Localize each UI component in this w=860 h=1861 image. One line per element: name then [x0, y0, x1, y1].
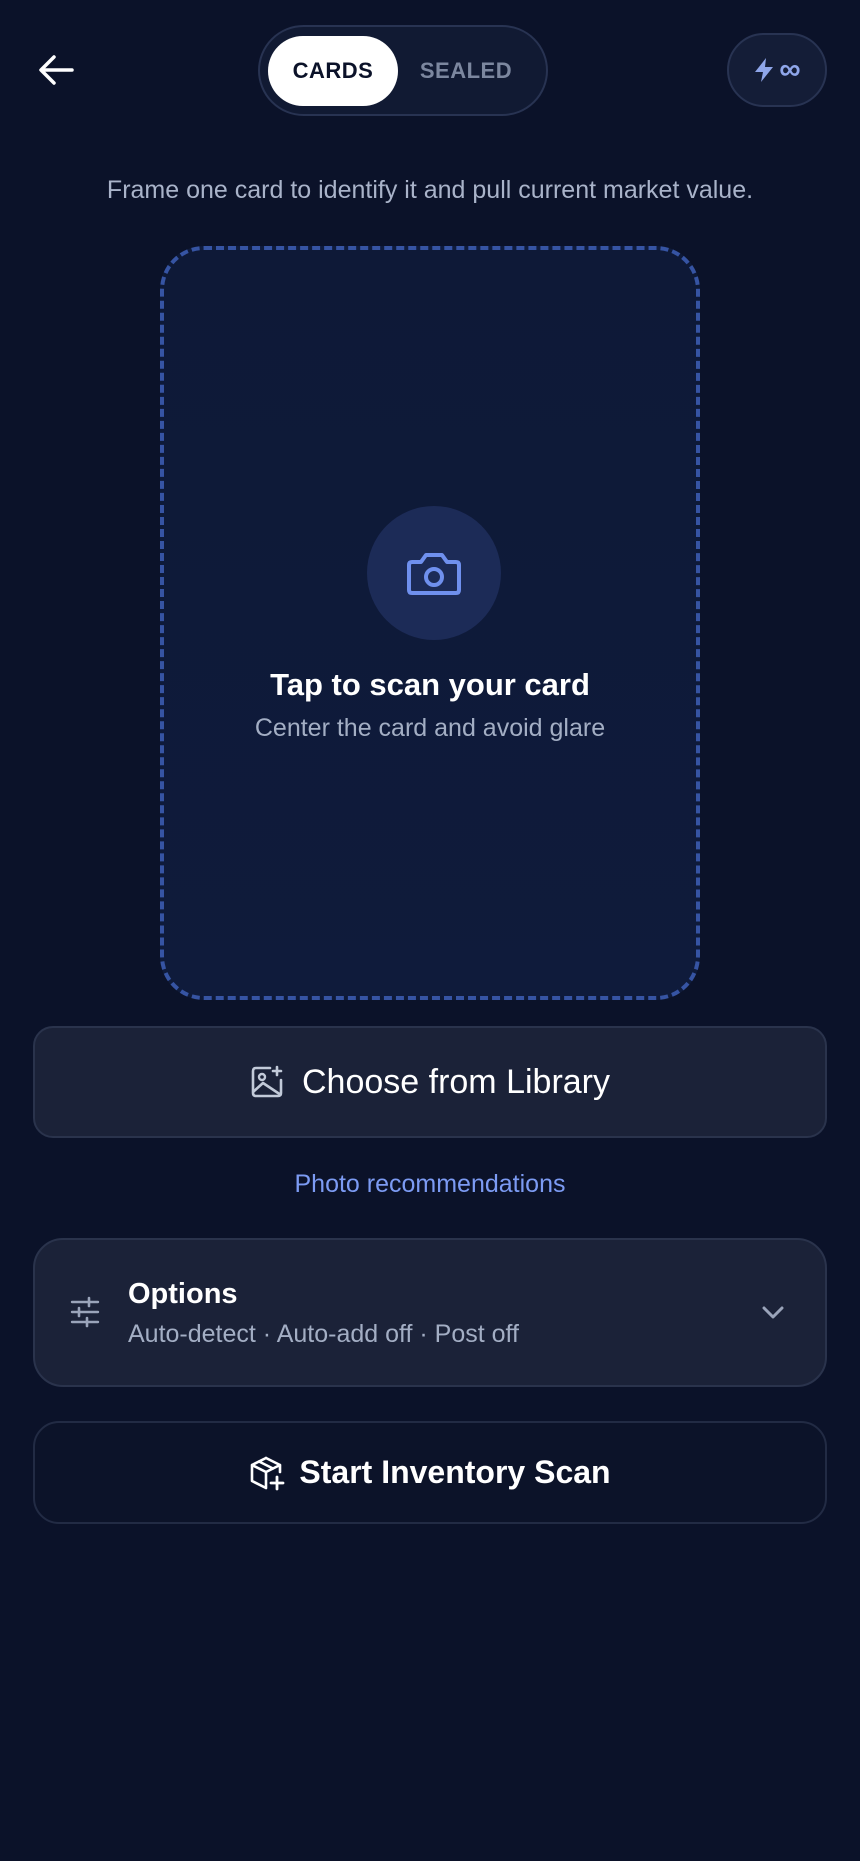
library-button-label: Choose from Library: [301, 1062, 610, 1101]
lightning-bolt-icon: [755, 58, 774, 82]
tab-sealed[interactable]: SEALED: [398, 36, 534, 106]
camera-icon: [407, 553, 461, 595]
sliders-icon: [70, 1296, 100, 1328]
arrow-left-icon: [39, 55, 74, 85]
scan-hint: Center the card and avoid glare: [254, 714, 606, 742]
image-add-icon: [251, 1065, 283, 1098]
options-panel[interactable]: Options Auto-detect · Auto-add off · Pos…: [33, 1238, 827, 1387]
tab-cards[interactable]: CARDS: [268, 35, 398, 106]
scan-title: Tap to scan your card: [270, 667, 590, 702]
photo-recommendations-link[interactable]: Photo recommendations: [0, 1170, 860, 1199]
scan-screen: CARDS SEALED ∞ Frame one card to identif…: [0, 0, 860, 1861]
camera-button[interactable]: [367, 506, 501, 640]
inventory-button-label: Start Inventory Scan: [299, 1454, 611, 1490]
start-inventory-scan-button[interactable]: Start Inventory Scan: [33, 1421, 827, 1524]
scan-quota-badge[interactable]: ∞: [727, 33, 827, 107]
options-summary: Auto-detect · Auto-add off · Post off: [128, 1320, 519, 1348]
mode-toggle: CARDS SEALED: [258, 25, 548, 116]
package-plus-icon: [251, 1456, 285, 1490]
instruction-text: Frame one card to identify it and pull c…: [106, 176, 754, 204]
quota-value: ∞: [779, 53, 801, 86]
options-title: Options: [128, 1278, 238, 1310]
chevron-down-icon: [762, 1306, 784, 1319]
choose-from-library-button[interactable]: Choose from Library: [33, 1026, 827, 1138]
back-button[interactable]: [30, 44, 82, 96]
scan-card-area[interactable]: Tap to scan your card Center the card an…: [160, 246, 700, 1000]
